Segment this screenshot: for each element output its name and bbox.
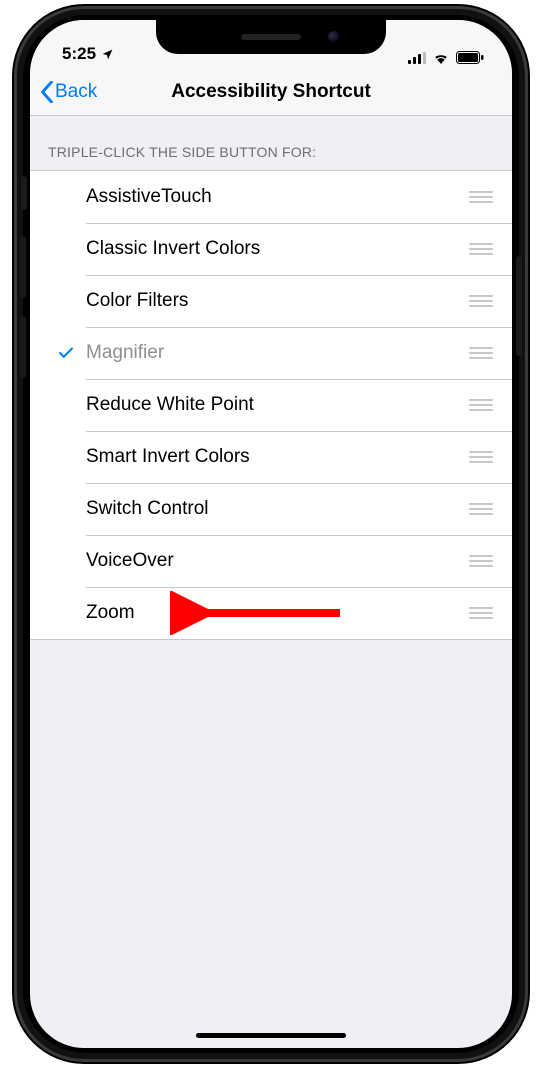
reorder-handle-icon[interactable] [466,295,512,307]
section-header: TRIPLE-CLICK THE SIDE BUTTON FOR: [30,116,512,170]
reorder-handle-icon[interactable] [466,451,512,463]
phone-frame: 5:25 Back [14,6,528,1062]
back-label: Back [55,81,97,103]
option-label: Color Filters [86,290,466,312]
option-label: VoiceOver [86,550,466,572]
options-list: AssistiveTouch Classic Invert Colors Color… [30,170,512,640]
option-label: Switch Control [86,498,466,520]
status-time: 5:25 [62,44,96,64]
option-label: Classic Invert Colors [86,238,466,260]
option-row[interactable]: AssistiveTouch [30,171,512,223]
wifi-icon [432,51,450,64]
option-row[interactable]: Classic Invert Colors [30,223,512,275]
reorder-handle-icon[interactable] [466,607,512,619]
battery-icon [456,51,484,64]
option-label: Reduce White Point [86,394,466,416]
checkmark-icon [46,344,86,362]
reorder-handle-icon[interactable] [466,555,512,567]
notch [156,20,386,54]
reorder-handle-icon[interactable] [466,347,512,359]
volume-down-button [20,316,26,378]
back-button[interactable]: Back [40,81,97,103]
volume-up-button [20,236,26,298]
reorder-handle-icon[interactable] [466,243,512,255]
option-row[interactable]: Color Filters [30,275,512,327]
front-camera [328,31,340,43]
option-row[interactable]: Magnifier [30,327,512,379]
screen: 5:25 Back [30,20,512,1048]
option-label: Magnifier [86,342,466,364]
chevron-left-icon [40,81,54,103]
page-title: Accessibility Shortcut [30,81,512,103]
status-right [408,51,484,64]
option-label: Zoom [86,602,466,624]
option-row[interactable]: Zoom [30,587,512,639]
option-row[interactable]: Switch Control [30,483,512,535]
option-row[interactable]: VoiceOver [30,535,512,587]
nav-bar: Back Accessibility Shortcut [30,68,512,116]
option-row[interactable]: Reduce White Point [30,379,512,431]
reorder-handle-icon[interactable] [466,503,512,515]
option-label: AssistiveTouch [86,186,466,208]
home-indicator[interactable] [196,1033,346,1038]
reorder-handle-icon[interactable] [466,191,512,203]
earpiece [241,34,301,40]
cellular-icon [408,52,426,64]
option-row[interactable]: Smart Invert Colors [30,431,512,483]
mute-switch [21,176,27,210]
side-button [516,256,522,356]
reorder-handle-icon[interactable] [466,399,512,411]
status-left: 5:25 [62,44,114,64]
location-icon [101,48,114,61]
option-label: Smart Invert Colors [86,446,466,468]
